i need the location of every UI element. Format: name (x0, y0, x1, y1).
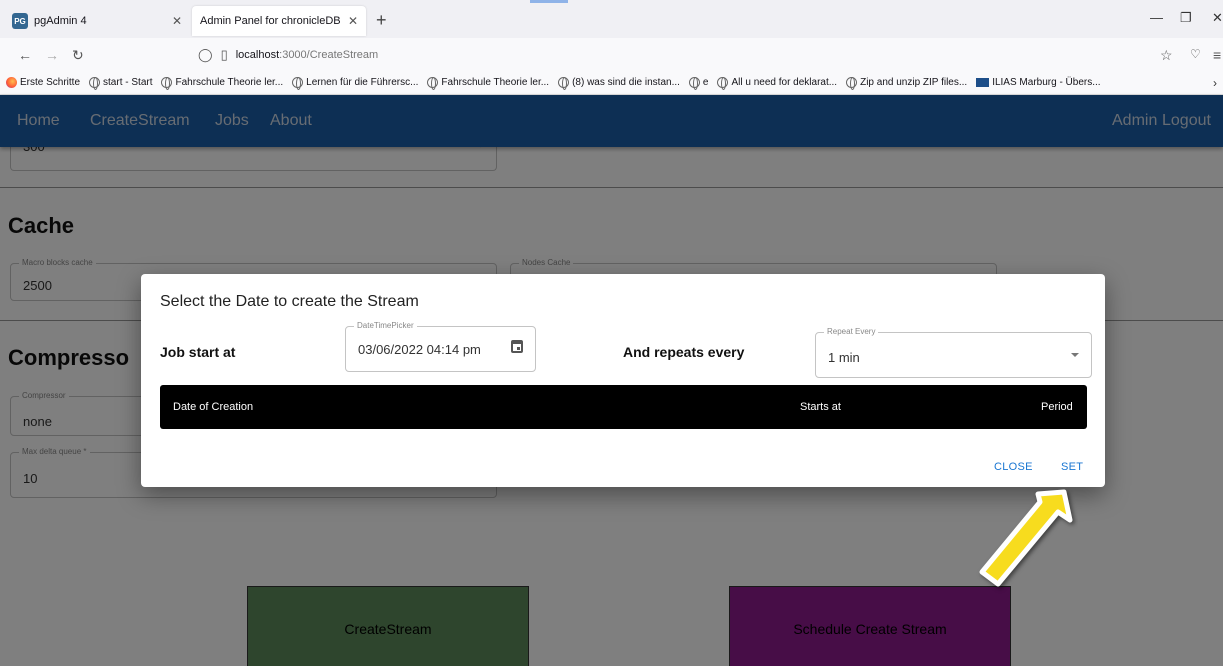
bookmark-item[interactable]: Zip and unzip ZIP files... (846, 77, 967, 90)
repeat-every-select[interactable]: Repeat Every 1 min (815, 327, 1092, 378)
tab-title: pgAdmin 4 (34, 15, 87, 27)
bookmark-item[interactable]: All u need for deklarat... (717, 77, 837, 90)
close-tab-icon[interactable]: ✕ (348, 14, 358, 28)
bookmark-item[interactable]: e (688, 77, 708, 90)
chevron-right-icon[interactable]: › (1213, 76, 1217, 90)
bookmarks-bar: Erste Schritte start - Start Fahrschule … (0, 71, 1223, 95)
repeats-label: And repeats every (623, 344, 745, 360)
set-button[interactable]: SET (1061, 461, 1083, 473)
table-header-period: Period (1041, 401, 1073, 413)
schedule-dialog: Select the Date to create the Stream Job… (141, 274, 1105, 487)
globe-icon (688, 77, 700, 90)
bookmark-item[interactable]: Erste Schritte (6, 77, 80, 88)
pocket-icon[interactable]: ♡ (1190, 47, 1201, 61)
browser-tab-bar: PG pgAdmin 4 ✕ Admin Panel for chronicle… (0, 0, 1223, 38)
globe-icon (161, 77, 173, 90)
bookmark-item[interactable]: start - Start (89, 77, 152, 90)
annotation-arrow-icon (979, 489, 1073, 587)
pgadmin-icon: PG (12, 13, 28, 29)
table-header-date-of-creation: Date of Creation (173, 401, 254, 413)
close-window-icon[interactable]: ✕ (1212, 10, 1223, 26)
forward-icon[interactable]: → (45, 47, 59, 63)
new-tab-button[interactable]: + (376, 10, 387, 31)
minimize-icon[interactable]: — (1150, 10, 1163, 25)
page-icon: ▯ (220, 47, 228, 62)
url-path: :3000/CreateStream (279, 49, 379, 61)
menu-icon[interactable]: ≡ (1213, 47, 1221, 63)
jobs-table-header: Date of Creation Starts at Period (160, 385, 1087, 429)
reload-icon[interactable]: ↻ (72, 47, 84, 64)
ilias-icon (976, 78, 990, 87)
globe-icon (89, 77, 101, 90)
globe-icon (717, 77, 729, 90)
bookmark-item[interactable]: Fahrschule Theorie ler... (161, 77, 283, 90)
globe-icon (846, 77, 858, 90)
globe-icon (558, 77, 570, 90)
url-bar[interactable]: ◯ ▯ localhost:3000/CreateStream (198, 47, 378, 63)
globe-icon (427, 77, 439, 90)
bookmark-item[interactable]: Lernen für die Führersc... (292, 77, 418, 90)
calendar-icon[interactable] (511, 340, 523, 353)
bookmark-item[interactable]: (8) was sind die instan... (558, 77, 680, 90)
shield-icon: ◯ (198, 47, 213, 62)
firefox-icon (6, 77, 17, 88)
bookmark-item[interactable]: Fahrschule Theorie ler... (427, 77, 549, 90)
close-tab-icon[interactable]: ✕ (172, 14, 182, 28)
browser-nav-bar: ← → ↻ ◯ ▯ localhost:3000/CreateStream ☆ … (0, 38, 1223, 71)
dialog-title: Select the Date to create the Stream (160, 293, 419, 310)
url-host: localhost (235, 49, 280, 61)
back-icon[interactable]: ← (18, 47, 32, 63)
table-header-starts-at: Starts at (800, 401, 841, 413)
restore-icon[interactable]: ❐ (1180, 10, 1192, 26)
tab-pgadmin[interactable]: PG pgAdmin 4 ✕ (6, 8, 190, 34)
job-start-label: Job start at (160, 344, 236, 360)
bookmark-star-icon[interactable]: ☆ (1160, 47, 1173, 64)
tab-indicator (530, 0, 568, 3)
tab-admin-panel[interactable]: Admin Panel for chronicleDB ✕ (192, 6, 366, 36)
globe-icon (292, 77, 304, 90)
bookmark-item[interactable]: ILIAS Marburg - Übers... (976, 77, 1101, 88)
chevron-down-icon (1071, 353, 1079, 357)
close-button[interactable]: CLOSE (994, 461, 1033, 473)
date-time-picker[interactable]: DateTimePicker 03/06/2022 04:14 pm (345, 321, 536, 372)
tab-title: Admin Panel for chronicleDB (200, 15, 341, 27)
